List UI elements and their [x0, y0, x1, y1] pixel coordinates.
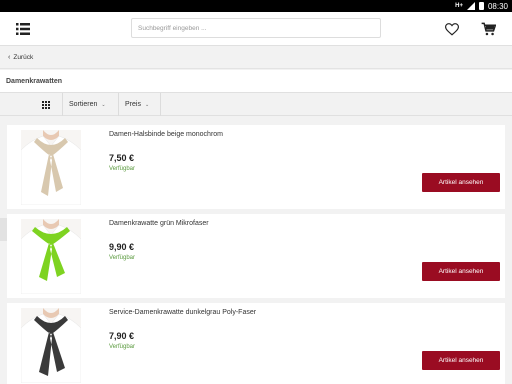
cart-icon: [481, 22, 496, 36]
page-title: Damenkrawatten: [6, 77, 63, 85]
category-title-bar: Damenkrawatten: [0, 70, 512, 92]
product-image[interactable]: [21, 130, 81, 205]
grid-view-button[interactable]: [29, 93, 63, 116]
listing-toolbar: Sortieren ⌄ Preis ⌄: [0, 92, 512, 241]
product-name[interactable]: Damenkrawatte grün Mikrofaser: [109, 220, 209, 227]
back-link[interactable]: ‹ Zurück: [0, 47, 512, 69]
battery-icon: [478, 2, 484, 10]
price-filter-label: Preis: [125, 101, 141, 108]
heart-icon: [445, 22, 459, 36]
view-article-button[interactable]: Artikel ansehen: [422, 262, 500, 281]
cart-button[interactable]: [479, 20, 497, 38]
product-item[interactable]: Damenkrawatte grün Mikrofaser 9,90 € Ver…: [7, 214, 505, 298]
view-article-button[interactable]: Artikel ansehen: [422, 173, 500, 192]
product-price: 7,50 €: [109, 153, 135, 163]
product-image[interactable]: [21, 219, 81, 294]
chevron-down-icon: ⌄: [144, 101, 150, 108]
product-name[interactable]: Damen-Halsbinde beige monochrom: [109, 131, 223, 138]
sort-dropdown[interactable]: Sortieren ⌄: [63, 93, 119, 116]
product-price: 7,90 €: [109, 331, 135, 341]
app-bar: [0, 12, 512, 46]
availability-status: Verfügbar: [109, 344, 136, 350]
back-label: Zurück: [13, 54, 34, 61]
signal-icon: [466, 2, 475, 10]
availability-status: Verfügbar: [109, 166, 136, 172]
chevron-left-icon: ‹: [8, 54, 11, 61]
chevron-down-icon: ⌄: [101, 101, 106, 108]
clock: 08:30: [487, 1, 508, 11]
price-filter-dropdown[interactable]: Preis ⌄: [119, 93, 161, 116]
search-input[interactable]: [131, 18, 381, 38]
sort-label: Sortieren: [69, 101, 98, 108]
product-item[interactable]: Service-Damenkrawatte dunkelgrau Poly-Fa…: [7, 303, 505, 384]
availability-status: Verfügbar: [109, 255, 136, 261]
view-article-button[interactable]: Artikel ansehen: [422, 351, 500, 370]
menu-button[interactable]: [14, 20, 32, 38]
product-name[interactable]: Service-Damenkrawatte dunkelgrau Poly-Fa…: [109, 309, 256, 316]
network-type: H+: [455, 3, 463, 9]
product-image[interactable]: [21, 308, 81, 383]
list-menu-icon: [16, 23, 30, 35]
wishlist-button[interactable]: [443, 20, 461, 38]
product-price: 9,90 €: [109, 242, 135, 252]
product-item[interactable]: Damen-Halsbinde beige monochrom 7,50 € V…: [7, 125, 505, 209]
grid-view-icon: [41, 100, 50, 109]
status-bar: H+ 08:30: [0, 0, 512, 12]
